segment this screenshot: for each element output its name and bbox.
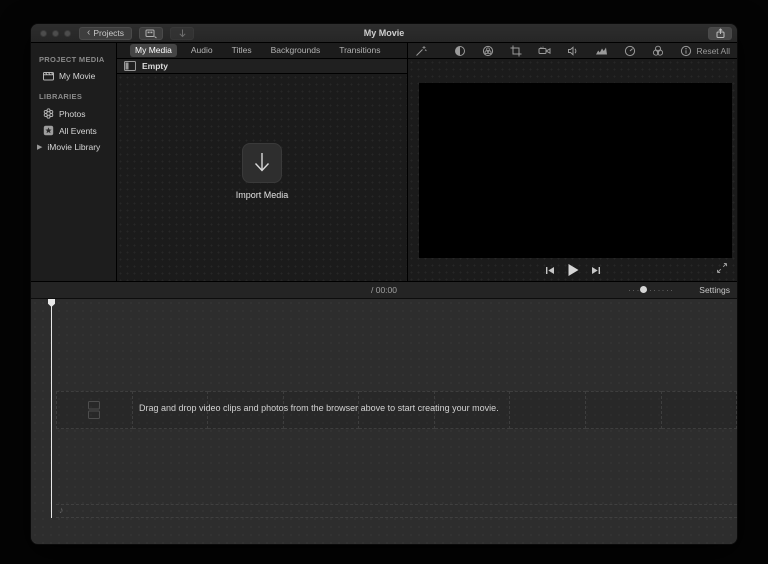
share-icon: [715, 28, 726, 39]
sidebar-item-label: All Events: [59, 126, 97, 136]
timecode-display: / 00:00: [371, 285, 397, 295]
previous-frame-icon[interactable]: [544, 265, 555, 276]
sidebar: PROJECT MEDIA My Movie LIBRARIES: [31, 43, 116, 281]
projects-back-button[interactable]: ‹ Projects: [79, 27, 132, 40]
clip-placeholder[interactable]: [662, 391, 738, 429]
browser-status-label: Empty: [142, 61, 168, 71]
filmstrip-icon: [87, 400, 101, 420]
color-balance-icon[interactable]: [454, 45, 466, 57]
play-icon[interactable]: [566, 263, 579, 277]
slider-thumb[interactable]: [640, 286, 647, 293]
playback-controls: [544, 263, 601, 277]
enhance-wand-icon[interactable]: [415, 45, 427, 57]
clapperboard-icon: [43, 71, 54, 81]
color-correction-icon[interactable]: [482, 45, 494, 57]
sidebar-item-label: Photos: [59, 109, 85, 119]
playhead[interactable]: [51, 299, 52, 518]
main-content: PROJECT MEDIA My Movie LIBRARIES: [31, 43, 737, 282]
reset-all-button[interactable]: Reset All: [696, 46, 730, 56]
sidebar-section-project-media: PROJECT MEDIA: [31, 55, 116, 68]
timeline-toolbar: / 00:00 Settings: [31, 282, 737, 299]
tab-titles[interactable]: Titles: [227, 44, 257, 56]
import-down-arrow-icon: [177, 28, 188, 39]
noise-reduction-icon[interactable]: [595, 45, 608, 57]
window-title: My Movie: [364, 28, 405, 38]
projects-back-label: Projects: [93, 29, 124, 38]
chevron-left-icon: ‹: [87, 28, 90, 38]
clip-placeholder[interactable]: [510, 391, 586, 429]
sidebar-item-imovie-library[interactable]: ▶ iMovie Library: [31, 139, 116, 155]
media-browser-area: Import Media: [117, 74, 407, 281]
import-media-button[interactable]: [242, 143, 282, 183]
playhead-handle[interactable]: [48, 299, 55, 307]
timeline-zoom-slider[interactable]: [629, 289, 675, 292]
music-note-icon: ♪: [59, 506, 64, 515]
camera-import-button[interactable]: [139, 27, 163, 40]
camera-icon: [145, 28, 158, 39]
disclosure-triangle-icon[interactable]: ▶: [37, 143, 42, 151]
clip-placeholder[interactable]: [586, 391, 662, 429]
video-preview: [419, 83, 732, 258]
tab-transitions[interactable]: Transitions: [334, 44, 385, 56]
tab-my-media[interactable]: My Media: [130, 44, 177, 56]
timeline-settings-button[interactable]: Settings: [699, 285, 730, 295]
fullscreen-icon[interactable]: [716, 262, 728, 274]
import-media-label: Import Media: [236, 190, 289, 200]
media-browser-pane: My Media Audio Titles Backgrounds Transi…: [117, 43, 407, 281]
timeline: Drag and drop video clips and photos fro…: [31, 299, 737, 545]
star-icon: [43, 125, 54, 136]
timeline-hint-text: Drag and drop video clips and photos fro…: [139, 403, 499, 413]
sidebar-item-all-events[interactable]: All Events: [31, 122, 116, 139]
info-icon[interactable]: [680, 45, 692, 57]
background-music-well: [56, 504, 737, 518]
viewer-toolbar: Reset All: [408, 43, 737, 59]
sidebar-section-libraries: LIBRARIES: [31, 92, 116, 105]
close-button[interactable]: [40, 30, 47, 37]
browser-tabbar: My Media Audio Titles Backgrounds Transi…: [117, 43, 407, 59]
sidebar-item-photos[interactable]: Photos: [31, 105, 116, 122]
viewer-area: [408, 59, 737, 281]
zoom-button[interactable]: [64, 30, 71, 37]
volume-icon[interactable]: [567, 45, 579, 57]
browser-header: Empty: [117, 59, 407, 74]
import-media-toolbar-button[interactable]: [170, 27, 194, 40]
crop-icon[interactable]: [510, 45, 522, 57]
down-arrow-icon: [251, 151, 273, 175]
imovie-window: ‹ Projects My Movie: [30, 23, 738, 545]
sidebar-item-label: My Movie: [59, 71, 95, 81]
speed-icon[interactable]: [624, 45, 636, 57]
window-controls: [31, 30, 79, 37]
photos-flower-icon: [43, 108, 54, 119]
tab-audio[interactable]: Audio: [186, 44, 218, 56]
minimize-button[interactable]: [52, 30, 59, 37]
split-view-icon[interactable]: [124, 61, 136, 71]
tab-backgrounds[interactable]: Backgrounds: [266, 44, 326, 56]
share-button[interactable]: [708, 27, 732, 40]
next-frame-icon[interactable]: [590, 265, 601, 276]
effects-icon[interactable]: [652, 45, 664, 57]
sidebar-item-my-movie[interactable]: My Movie: [31, 68, 116, 84]
desktop-background: ‹ Projects My Movie: [0, 0, 768, 564]
titlebar: ‹ Projects My Movie: [31, 24, 737, 43]
viewer-pane: Reset All: [408, 43, 737, 281]
stabilization-icon[interactable]: [538, 45, 551, 57]
clip-placeholder[interactable]: [56, 391, 133, 429]
sidebar-item-label: iMovie Library: [47, 142, 100, 152]
